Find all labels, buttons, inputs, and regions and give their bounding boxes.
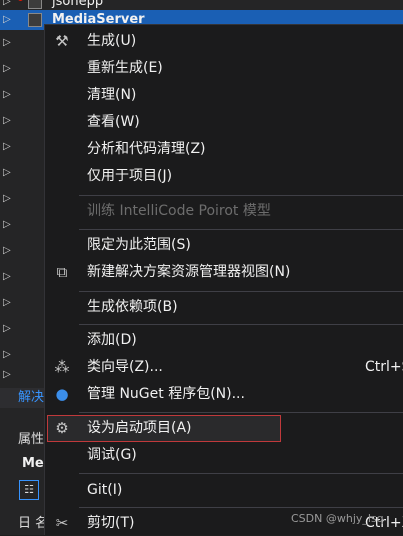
gear-icon: ⚙ (55, 419, 69, 437)
menu-separator (79, 291, 403, 292)
menu-item-label: 剪切(T) (87, 515, 135, 531)
expand-arrow-icon[interactable]: ▷ (3, 89, 11, 100)
menu-item-label: 新建解决方案资源管理器视图(N) (87, 264, 291, 280)
menu-item-project-only[interactable]: 仅用于项目(J) (45, 163, 403, 189)
properties-title: 属性 (18, 432, 45, 447)
menu-item-shortcut: Ctrl+S (365, 359, 403, 375)
menu-item-label: 设为启动项目(A) (87, 420, 192, 436)
menu-item-label: 仅用于项目(J) (87, 168, 173, 184)
expand-arrow-icon[interactable]: ▷ (3, 115, 11, 126)
menu-item-git[interactable]: Git(I) (45, 477, 403, 503)
context-menu: ⚒ 生成(U) 重新生成(E) 清理(N) 查看(W) 分析和代码清理(Z) 仅… (44, 24, 403, 535)
menu-item-label: 生成(U) (87, 33, 137, 49)
menu-item-label: 管理 NuGet 程序包(N)... (87, 386, 245, 402)
expand-arrow-icon[interactable]: ▷ (3, 63, 11, 74)
class-wizard-icon: ⁂ (54, 358, 70, 376)
menu-item-new-explorer-view[interactable]: ⧉ 新建解决方案资源管理器视图(N) (45, 259, 403, 285)
menu-item-build[interactable]: ⚒ 生成(U) (45, 28, 403, 54)
menu-item-scope-to-this[interactable]: 限定为此范围(S) (45, 232, 403, 258)
menu-separator (79, 229, 403, 230)
solution-explorer-tab[interactable]: 解决 (0, 388, 45, 408)
menu-item-build-dependencies[interactable]: 生成依赖项(B) (45, 294, 403, 320)
menu-item-label: 添加(D) (87, 332, 137, 348)
menu-separator (79, 507, 403, 508)
nuget-icon: ● (55, 385, 69, 403)
expand-arrow-icon[interactable]: ▷ (3, 141, 11, 152)
menu-separator (79, 195, 403, 196)
menu-separator (79, 473, 403, 474)
expand-arrow-icon[interactable]: ▷ (3, 369, 11, 380)
menu-item-class-wizard[interactable]: ⁂ 类向导(Z)... Ctrl+S (45, 354, 403, 380)
menu-separator (79, 412, 403, 413)
menu-item-label: 查看(W) (87, 114, 140, 130)
expand-arrow-icon[interactable]: ▷ (3, 37, 11, 48)
menu-item-label: 清理(N) (87, 87, 137, 103)
menu-item-label: 生成依赖项(B) (87, 299, 178, 315)
menu-item-label: Git(I) (87, 482, 123, 498)
categorized-view-icon[interactable]: ☷ (19, 480, 39, 500)
expand-arrow-icon[interactable]: ▷ (3, 297, 11, 308)
expand-arrow-icon[interactable]: ▷ (3, 323, 11, 334)
menu-item-clean[interactable]: 清理(N) (45, 82, 403, 108)
menu-item-label: 类向导(Z)... (87, 359, 163, 375)
menu-item-label: 训练 IntelliCode Poirot 模型 (87, 203, 271, 219)
menu-item-manage-nuget[interactable]: ● 管理 NuGet 程序包(N)... (45, 381, 403, 407)
properties-object-label: Me (22, 456, 44, 471)
scissors-icon: ✂ (55, 514, 69, 532)
menu-item-analyze[interactable]: 分析和代码清理(Z) (45, 136, 403, 162)
expand-arrow-icon[interactable]: ▷ (3, 219, 11, 230)
menu-item-set-startup[interactable]: ⚙ 设为启动项目(A) (45, 415, 403, 441)
build-icon: ⚒ (55, 32, 69, 50)
new-view-icon: ⧉ (56, 263, 68, 281)
expand-arrow-icon[interactable]: ▷ (3, 167, 11, 178)
expand-arrow-icon[interactable]: ▷ (3, 271, 11, 282)
menu-item-label: 限定为此范围(S) (87, 237, 191, 253)
menu-item-train-intellicode: 训练 IntelliCode Poirot 模型 (45, 198, 403, 224)
menu-separator (79, 324, 403, 325)
menu-item-rebuild[interactable]: 重新生成(E) (45, 55, 403, 81)
expand-arrow-icon[interactable]: ▷ (3, 193, 11, 204)
watermark: CSDN @whjy_lsq (291, 512, 384, 525)
menu-item-view[interactable]: 查看(W) (45, 109, 403, 135)
menu-item-debug[interactable]: 调试(G) (45, 442, 403, 468)
menu-item-label: 分析和代码清理(Z) (87, 141, 206, 157)
menu-item-label: 调试(G) (87, 447, 137, 463)
menu-item-add[interactable]: 添加(D) (45, 327, 403, 353)
expand-arrow-icon[interactable]: ▷ (3, 349, 11, 360)
menu-item-label: 重新生成(E) (87, 60, 163, 76)
expand-arrow-icon[interactable]: ▷ (3, 245, 11, 256)
